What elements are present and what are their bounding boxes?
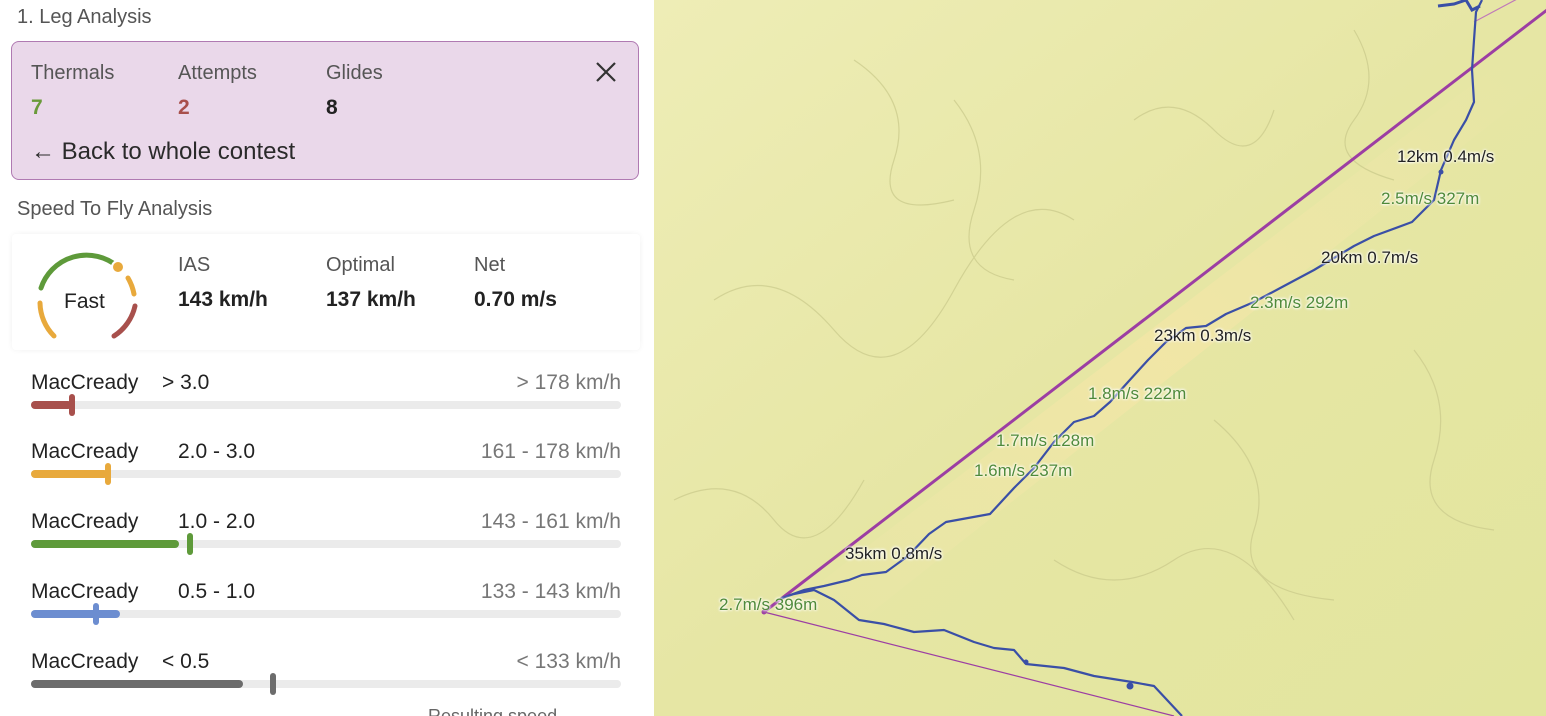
thermal-label: 2.3m/s 292m (1250, 293, 1349, 312)
maccready-speed: < 133 km/h (516, 650, 621, 673)
glide-label: 12km 0.4m/s (1397, 147, 1495, 166)
maccready-range: 1.0 - 2.0 (178, 510, 256, 533)
thermal-label: 2.7m/s 396m (719, 595, 818, 614)
track-point (1023, 659, 1029, 665)
leg-summary-card: Thermals 7 Attempts 2 Glides 8 ← Back to… (11, 41, 639, 180)
maccready-speed: > 178 km/h (516, 371, 621, 394)
maccready-bar-fill (31, 401, 73, 409)
maccready-bar-fill (31, 680, 244, 688)
maccready-range: 2.0 - 3.0 (178, 440, 256, 463)
maccready-bar (31, 463, 621, 485)
net-label: Net (474, 254, 506, 276)
back-to-contest-link[interactable]: ← Back to whole contest (31, 138, 295, 166)
maccready-bar-marker (69, 394, 76, 416)
maccready-bar-fill (31, 470, 108, 478)
maccready-speed: 143 - 161 km/h (480, 510, 621, 533)
optimal-value: 137 km/h (326, 288, 416, 311)
thermals-value: 7 (31, 96, 43, 119)
maccready-row-over-3: MacCready > 3.0 > 178 km/h (0, 371, 654, 431)
resulting-speed-label: Resulting speed (428, 706, 558, 716)
maccready-bar-fill (31, 610, 120, 618)
maccready-range: 0.5 - 1.0 (178, 580, 256, 603)
glide-label: 23km 0.3m/s (1154, 326, 1252, 345)
maccready-row-2-3: MacCready 2.0 - 3.0 161 - 178 km/h (0, 440, 654, 500)
ias-value: 143 km/h (178, 288, 268, 311)
glide-label: 35km 0.8m/s (845, 544, 943, 563)
thermal-label: 1.8m/s 222m (1088, 384, 1187, 403)
close-icon[interactable] (592, 58, 620, 86)
maccready-row-05-1: MacCready 0.5 - 1.0 133 - 143 km/h (0, 580, 654, 640)
gauge-indicator (111, 260, 125, 274)
maccready-bar (31, 673, 621, 695)
maccready-range: > 3.0 (162, 371, 210, 394)
maccready-bar-marker (269, 673, 276, 695)
attempts-label: Attempts (178, 62, 257, 84)
thermals-label: Thermals (31, 62, 115, 84)
maccready-speed: 133 - 143 km/h (480, 580, 621, 603)
maccready-bar (31, 394, 621, 416)
maccready-row-1-2: MacCready 1.0 - 2.0 143 - 161 km/h (0, 510, 654, 570)
leg-analysis-title: 1. Leg Analysis (17, 6, 152, 28)
track-point (1126, 682, 1134, 690)
maccready-name: MacCready (31, 371, 139, 394)
maccready-name: MacCready (31, 580, 139, 603)
maccready-bar (31, 533, 621, 555)
glide-label: 20km 0.7m/s (1321, 248, 1419, 267)
attempts-value: 2 (178, 96, 190, 119)
maccready-name: MacCready (31, 650, 139, 673)
optimal-label: Optimal (326, 254, 395, 276)
track-point (1438, 169, 1444, 175)
maccready-bar (31, 603, 621, 625)
glides-value: 8 (326, 96, 338, 119)
thermal-label: 2.5m/s 327m (1381, 189, 1480, 208)
speed-to-fly-title: Speed To Fly Analysis (17, 198, 213, 220)
thermal-label: 1.7m/s 128m (996, 431, 1095, 450)
maccready-bar-fill (31, 540, 179, 548)
maccready-row-under-05: MacCready < 0.5 < 133 km/h (0, 650, 654, 710)
gauge-label: Fast (64, 290, 105, 313)
maccready-speed: 161 - 178 km/h (480, 440, 621, 463)
thermal-label: 1.6m/s 237m (974, 461, 1073, 480)
maccready-bar-marker (187, 533, 194, 555)
speed-to-fly-card: Fast IAS 143 km/h Optimal 137 km/h Net 0… (12, 234, 640, 350)
net-value: 0.70 m/s (474, 288, 557, 311)
glides-label: Glides (326, 62, 383, 84)
maccready-range: < 0.5 (162, 650, 210, 673)
left-panel: 1. Leg Analysis Thermals 7 Attempts 2 Gl… (0, 0, 654, 716)
maccready-bar-marker (104, 463, 111, 485)
maccready-bar-marker (92, 603, 99, 625)
ias-label: IAS (178, 254, 211, 276)
maccready-name: MacCready (31, 510, 139, 533)
maccready-name: MacCready (31, 440, 139, 463)
map-view[interactable]: 12km 0.4m/s 2.5m/s 327m 20km 0.7m/s 2.3m… (654, 0, 1546, 716)
